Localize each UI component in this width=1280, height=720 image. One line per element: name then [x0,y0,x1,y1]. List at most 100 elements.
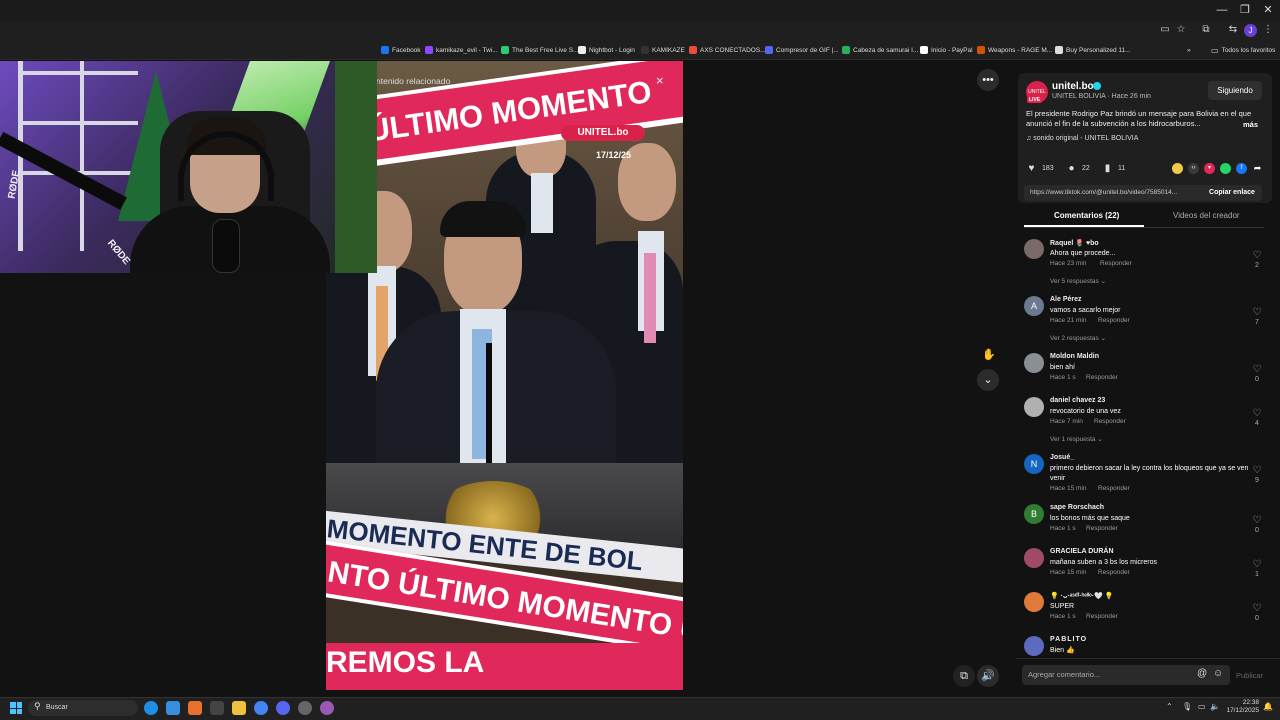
tab-comments[interactable]: Comentarios (22) [1054,211,1119,220]
next-video-button[interactable]: ⌄ [977,369,999,391]
bookmark-item[interactable]: Buy Personalized 11... [1055,44,1131,56]
comment-author[interactable]: PABLITO [1050,636,1087,643]
taskbar-search[interactable]: Buscar [28,700,138,716]
bookmarks-overflow-icon[interactable]: » [1187,44,1191,56]
edge-icon[interactable] [144,701,158,715]
close-window-button[interactable]: ✕ [1257,0,1279,20]
profile-avatar[interactable]: J [1244,24,1257,37]
comment-like-icon[interactable]: ♡ [1251,515,1263,526]
view-replies[interactable]: Ver 5 respuestas ⌄ [1050,277,1106,285]
reply-button[interactable]: Responder [1098,485,1130,492]
bookmark-item[interactable]: kamikaze_evil - Twi... [425,44,498,56]
comment-like-icon[interactable]: ♡ [1251,465,1263,476]
app-icon[interactable] [298,701,312,715]
publish-button[interactable]: Publicar [1236,671,1263,680]
facebook-icon[interactable]: f [1236,163,1247,174]
sound-label[interactable]: ♫ sonido original - UNITEL BOLIVIA [1026,135,1138,142]
embed-icon[interactable]: ‹› [1188,163,1199,174]
comment-like-icon[interactable]: ♡ [1251,364,1263,375]
comment-avatar[interactable] [1024,397,1044,417]
comment-like-icon[interactable]: ♡ [1251,559,1263,570]
bookmark-item[interactable]: KAMIKAZE [641,44,685,56]
heart-icon[interactable]: ♥ [1026,163,1037,174]
app-icon[interactable] [188,701,202,715]
following-button[interactable]: Siguiendo [1208,81,1262,100]
bookmark-item[interactable]: Nightbot - Login [578,44,635,56]
video-url-field[interactable]: https://www.tiktok.com/@unitel.bo/video/… [1024,185,1202,201]
mic-icon[interactable]: 🎙 [1182,702,1192,711]
comment-like-icon[interactable]: ♡ [1251,408,1263,419]
view-replies[interactable]: Ver 2 respuestas ⌄ [1050,334,1106,342]
cast-icon[interactable]: ▭ [1158,23,1172,37]
app-icon[interactable] [320,701,334,715]
bookmark-item[interactable]: The Best Free Live S... [501,44,578,56]
send-icon[interactable]: ▾ [1204,163,1215,174]
more-options-button[interactable]: ••• [977,69,999,91]
bookmark-item[interactable]: Compresor de GIF |... [765,44,839,56]
bookmark-item[interactable]: AXS CONECTADOS... [689,44,766,56]
comment-avatar[interactable]: B [1024,504,1044,524]
whatsapp-icon[interactable] [1220,163,1231,174]
comment-avatar[interactable] [1024,548,1044,568]
comment-avatar[interactable]: N [1024,454,1044,474]
notifications-icon[interactable]: 🔔 [1263,702,1273,711]
volume-tray-icon[interactable]: 🔈 [1210,702,1220,711]
reply-button[interactable]: Responder [1086,525,1118,532]
copy-link-button[interactable]: Copiar enlace [1202,185,1262,201]
bookmark-item[interactable]: Weapons - RAGE M... [977,44,1052,56]
star-icon[interactable]: ☆ [1174,23,1188,37]
comment-author[interactable]: GRACIELA DURÁN [1050,548,1114,555]
maximize-button[interactable]: ❐ [1234,0,1256,20]
app-icon[interactable] [210,701,224,715]
comment-like-icon[interactable]: ♡ [1251,307,1263,318]
chrome-icon[interactable] [254,701,268,715]
reply-button[interactable]: Responder [1086,613,1118,620]
all-bookmarks[interactable]: ▭ Todos los favoritos [1211,44,1275,56]
comment-author[interactable]: daniel chavez 23 [1050,397,1105,404]
discord-icon[interactable] [276,701,290,715]
comment-avatar[interactable] [1024,239,1044,259]
bookmark-item[interactable]: Inicio - PayPal [920,44,973,56]
clock[interactable]: 22:38 17/12/2025 [1225,699,1259,715]
close-icon[interactable]: × [656,73,664,88]
reply-button[interactable]: Responder [1100,260,1132,267]
file-explorer-icon[interactable] [232,701,246,715]
creator-handle[interactable]: unitel.bo [1052,81,1094,92]
tray-chevron-icon[interactable]: ⌃ [1166,702,1173,711]
share-arrow-icon[interactable]: ➦ [1252,163,1263,174]
windows-start-icon[interactable] [10,702,22,714]
reply-button[interactable]: Responder [1098,569,1130,576]
reply-button[interactable]: Responder [1094,418,1126,425]
menu-kebab-icon[interactable]: ⋮ [1261,23,1275,37]
comment-icon[interactable]: ● [1066,163,1077,174]
comment-author[interactable]: Ale Pérez [1050,296,1082,303]
comment-author[interactable]: Josué_ [1050,454,1074,461]
emoji-icon[interactable]: ☺ [1213,668,1223,679]
comment-author[interactable]: Moldon Maldin [1050,353,1099,360]
comment-author[interactable]: sape Rorschach [1050,504,1104,511]
comment-author[interactable]: 💡 ·ᴗ·ᵃˢᵈᶠ·ʰᵉˡˡᵒ·🤍 💡 [1050,592,1113,600]
view-replies[interactable]: Ver 1 respuesta ⌄ [1050,435,1103,443]
extensions-icon[interactable]: ⧉ [1199,23,1213,37]
comment-avatar[interactable] [1024,353,1044,373]
bookmark-icon[interactable]: ▮ [1102,163,1113,174]
network-icon[interactable]: ▭ [1198,702,1206,711]
more-link[interactable]: más [1243,120,1258,129]
reply-button[interactable]: Responder [1098,317,1130,324]
pip-button[interactable]: ⧉ [953,665,975,687]
app-icon[interactable] [166,701,180,715]
bookmark-item[interactable]: Cabeza de samurai I... [842,44,918,56]
comment-avatar[interactable] [1024,592,1044,612]
comment-avatar[interactable] [1024,636,1044,656]
minimize-button[interactable]: — [1211,0,1233,20]
comment-like-icon[interactable]: ♡ [1251,250,1263,261]
share-coin-icon[interactable] [1172,163,1183,174]
bookmark-item[interactable]: Facebook [381,44,421,56]
comment-like-icon[interactable]: ♡ [1251,603,1263,614]
tab-creator-videos[interactable]: Videos del creador [1173,211,1240,220]
reply-button[interactable]: Responder [1086,374,1118,381]
volume-button[interactable]: 🔊 [977,665,999,687]
comment-author[interactable]: Raquel 🌷 ♥bo [1050,239,1099,247]
downloads-icon[interactable]: ⇆ [1226,23,1240,37]
mention-icon[interactable]: @ [1197,668,1207,679]
